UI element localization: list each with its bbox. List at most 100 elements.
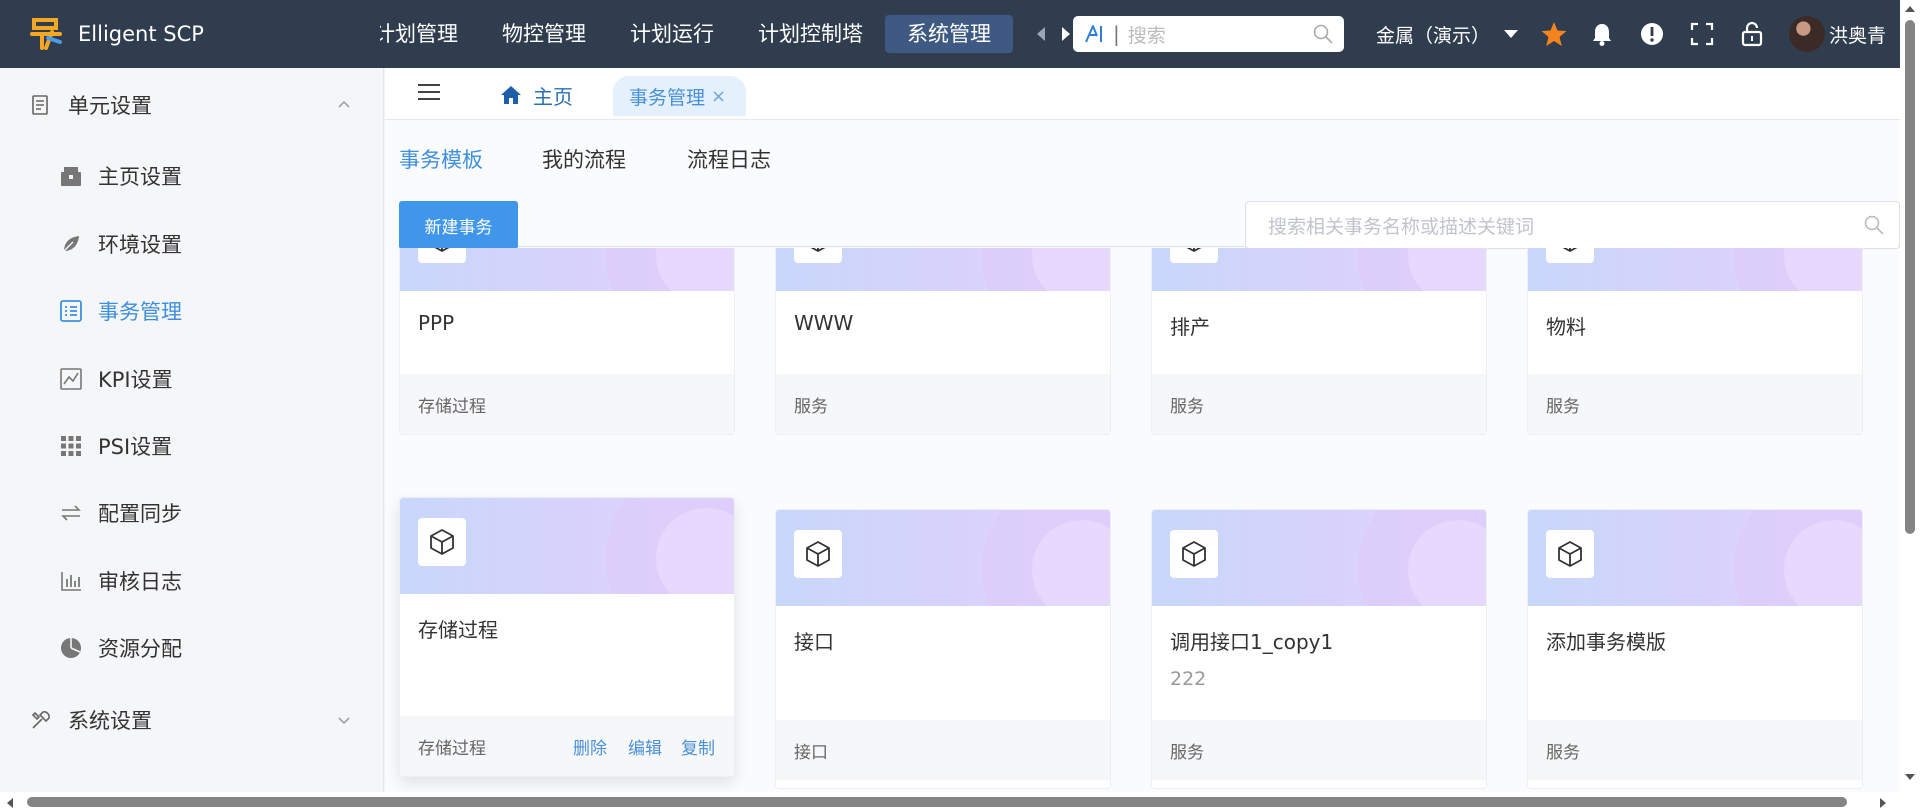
sidebar-item-kpi-settings[interactable]: KPI设置: [0, 354, 384, 404]
template-card[interactable]: PPP 存储过程: [399, 248, 735, 435]
card-title: 存储过程: [418, 618, 498, 642]
close-icon[interactable]: ×: [711, 86, 726, 107]
card-title: 添加事务模版: [1546, 630, 1666, 654]
tab-home-label: 主页: [533, 84, 573, 109]
sidebar-item-transaction-management[interactable]: 事务管理: [0, 286, 384, 336]
card-type: 服务: [1546, 397, 1580, 417]
template-card[interactable]: 添加事务模版 服务: [1527, 509, 1863, 789]
template-card[interactable]: 调用接口1_copy1 222 服务: [1151, 509, 1487, 789]
cube-icon: [418, 518, 466, 566]
edit-button[interactable]: 编辑: [628, 734, 662, 759]
chart-line-icon: [60, 368, 82, 390]
lock-icon[interactable]: [1738, 20, 1766, 48]
home-icon: [501, 86, 521, 104]
nav-scroll-left-icon[interactable]: [1037, 27, 1045, 41]
chevron-up-icon: [338, 100, 350, 108]
menu-toggle-icon[interactable]: [417, 80, 441, 104]
scroll-down-icon[interactable]: [1905, 774, 1915, 780]
transaction-search-input[interactable]: 搜索相关事务名称或描述关键词: [1268, 212, 1863, 239]
template-card[interactable]: 物料 服务: [1527, 248, 1863, 435]
sidebar-group-system-settings[interactable]: 系统设置: [0, 695, 384, 745]
sidebar-item-label: 审核日志: [98, 570, 182, 594]
tab-transaction-management[interactable]: 事务管理 ×: [613, 76, 746, 116]
scroll-right-icon[interactable]: [1880, 798, 1886, 808]
sidebar: 单元设置 主页设置 环境设置 事务管理 KPI设置 PSI设置 配置同步 审核日…: [0, 68, 384, 792]
card-banner: [1152, 510, 1486, 606]
app-logo-icon: [30, 18, 62, 50]
nav-item-control-tower[interactable]: 计划控制塔: [736, 15, 885, 53]
fullscreen-icon[interactable]: [1688, 20, 1716, 48]
card-banner: [1152, 248, 1486, 291]
transaction-search[interactable]: 搜索相关事务名称或描述关键词: [1245, 201, 1900, 249]
horizontal-scroll-thumb[interactable]: [27, 797, 1847, 807]
home-settings-icon: [61, 167, 81, 186]
card-footer: 服务: [1528, 720, 1862, 780]
sidebar-item-environment[interactable]: 环境设置: [0, 219, 384, 269]
card-title: 接口: [794, 630, 834, 654]
sidebar-item-home-settings[interactable]: 主页设置: [0, 151, 384, 201]
sidebar-item-audit-log[interactable]: 审核日志: [0, 556, 384, 606]
search-icon[interactable]: [1312, 23, 1334, 45]
sidebar-item-label: PSI设置: [98, 435, 173, 459]
alert-icon[interactable]: [1638, 20, 1666, 48]
card-footer: 服务: [1152, 374, 1486, 434]
bell-icon[interactable]: [1588, 20, 1616, 48]
search-icon[interactable]: [1863, 214, 1885, 236]
vertical-scrollbar[interactable]: [1900, 0, 1920, 792]
card-banner: [400, 498, 734, 594]
subtab-process-log[interactable]: 流程日志: [687, 140, 771, 180]
sidebar-item-config-sync[interactable]: 配置同步: [0, 488, 384, 538]
cube-icon: [1546, 530, 1594, 578]
sidebar-item-label: 资源分配: [98, 637, 182, 661]
nav-item-material-control[interactable]: 物控管理: [480, 15, 608, 53]
nav-item-plan-run[interactable]: 计划运行: [608, 15, 736, 53]
card-banner: [400, 248, 734, 291]
scroll-up-icon[interactable]: [1905, 6, 1915, 12]
top-search[interactable]: | 搜索: [1073, 16, 1344, 52]
brand[interactable]: Elligent SCP: [26, 14, 204, 54]
sidebar-group-unit-settings[interactable]: 单元设置: [0, 80, 384, 130]
app-name: Elligent SCP: [78, 22, 204, 46]
template-card[interactable]: 接口 接口: [775, 509, 1111, 789]
scroll-left-icon[interactable]: [7, 798, 13, 808]
user-name: 洪奥青: [1829, 24, 1887, 47]
card-title: 排产: [1170, 315, 1210, 339]
main-content: 主页 事务管理 × 事务模板 我的流程 流程日志 新建事务 搜索相关事务名称或描…: [385, 68, 1900, 792]
card-footer: 存储过程: [400, 374, 734, 434]
user-menu[interactable]: 洪奥青: [1789, 14, 1886, 54]
vertical-scroll-thumb[interactable]: [1905, 20, 1915, 534]
star-icon[interactable]: [1540, 20, 1568, 48]
template-card[interactable]: WWW 服务: [775, 248, 1111, 435]
sidebar-item-psi-settings[interactable]: PSI设置: [0, 421, 384, 471]
card-footer: 服务: [1152, 720, 1486, 780]
sidebar-item-label: KPI设置: [98, 368, 173, 392]
nav-item-plan-management[interactable]: 计划管理: [380, 15, 480, 53]
tenant-selector[interactable]: 金属（演示）: [1376, 16, 1519, 52]
subtab-my-processes[interactable]: 我的流程: [542, 140, 626, 180]
card-type: 接口: [794, 743, 828, 763]
top-bar: Elligent SCP 计划管理 物控管理 计划运行 计划控制塔 系统管理 |…: [0, 0, 1920, 68]
template-card[interactable]: 排产 服务: [1151, 248, 1487, 435]
sidebar-item-resource-allocation[interactable]: 资源分配: [0, 623, 384, 673]
ai-icon: [1085, 25, 1102, 43]
card-title: 调用接口1_copy1: [1170, 630, 1334, 654]
nav-scroll-right-icon[interactable]: [1062, 27, 1070, 41]
card-footer: 存储过程 删除 编辑 复制: [400, 716, 734, 776]
search-divider: |: [1113, 22, 1120, 46]
card-banner: [776, 510, 1110, 606]
page-tab-bar: 主页 事务管理 ×: [385, 68, 1900, 120]
delete-button[interactable]: 删除: [573, 734, 607, 759]
new-transaction-button[interactable]: 新建事务: [399, 201, 518, 249]
sidebar-item-label: 事务管理: [98, 300, 182, 324]
cube-icon: [1170, 530, 1218, 578]
horizontal-scrollbar[interactable]: [0, 792, 1920, 812]
top-search-input[interactable]: 搜索: [1128, 21, 1312, 48]
copy-button[interactable]: 复制: [681, 734, 715, 759]
card-type: 服务: [1170, 397, 1204, 417]
nav-item-system-management[interactable]: 系统管理: [885, 15, 1013, 53]
template-card[interactable]: 存储过程 存储过程 删除 编辑 复制: [399, 497, 735, 777]
subtab-templates[interactable]: 事务模板: [399, 140, 483, 180]
tab-home[interactable]: 主页: [499, 80, 573, 110]
avatar: [1789, 16, 1825, 52]
list-icon: [60, 300, 82, 322]
